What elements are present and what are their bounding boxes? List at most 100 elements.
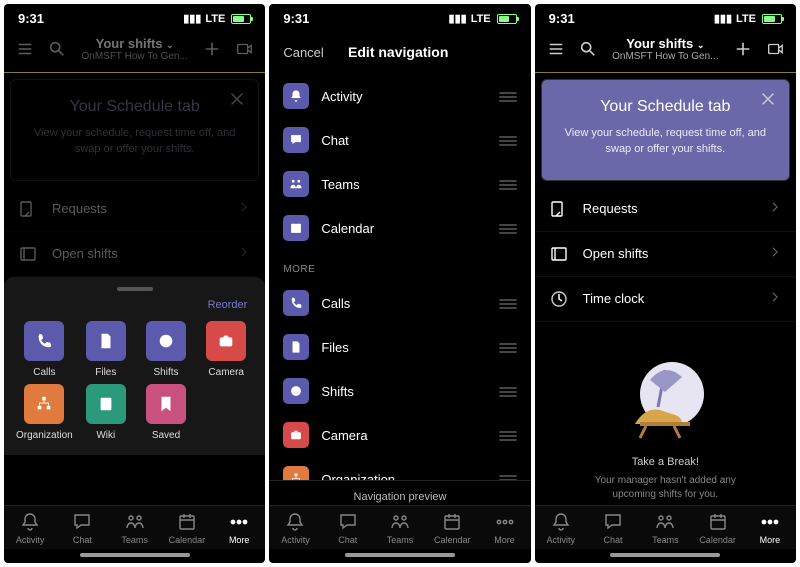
add-icon[interactable] [732,38,754,60]
home-indicator[interactable] [610,553,720,557]
row-label: Time clock [583,291,754,306]
cancel-button[interactable]: Cancel [283,45,323,60]
nav-tab-activity[interactable]: Activity [535,512,587,545]
status-bar: 9:31 ▮▮▮ LTE [269,4,530,30]
more-apps-grid: Calls Files Shifts Camera Organization W… [8,321,261,441]
nav-tab-teams[interactable]: Teams [109,512,161,545]
navigation-preview-label[interactable]: Navigation preview [269,480,530,505]
org-icon [283,466,309,480]
nav-item-teams[interactable]: Teams [269,162,530,206]
drag-handle-icon[interactable] [499,134,517,146]
search-icon[interactable] [577,38,599,60]
shift-row-open shifts[interactable]: Open shifts [4,232,265,277]
nav-tab-calendar[interactable]: Calendar [426,512,478,545]
nav-item-chat[interactable]: Chat [269,118,530,162]
timeclock-icon [549,289,569,309]
nav-tab-teams[interactable]: Teams [374,512,426,545]
header-title-group[interactable]: Your shifts ⌄ OnMSFT How To Gen... [78,36,191,62]
nav-tab-chat[interactable]: Chat [56,512,108,545]
nav-item-label: Chat [321,133,486,148]
openshifts-icon [18,244,38,264]
nav-tab-calendar[interactable]: Calendar [691,512,743,545]
nav-item-organization[interactable]: Organization [269,457,530,480]
shift-row-open shifts[interactable]: Open shifts [535,232,796,277]
more-app-organization[interactable]: Organization [16,384,73,441]
file-icon [283,334,309,360]
drag-handle-icon[interactable] [499,222,517,234]
nav-tab-more[interactable]: More [213,512,265,545]
more-app-camera[interactable]: Camera [199,321,253,378]
teams-icon [283,171,309,197]
shift-row-requests[interactable]: Requests [4,187,265,232]
wiki-icon [86,384,126,424]
nav-tab-calendar[interactable]: Calendar [161,512,213,545]
nav-tab-more[interactable]: More [478,512,530,545]
sheet-grabber[interactable] [117,287,153,291]
meet-now-icon[interactable] [764,38,786,60]
app-label: Organization [16,430,73,441]
nav-tab-chat[interactable]: Chat [587,512,639,545]
status-right: ▮▮▮ LTE [183,12,251,25]
nav-item-label: Camera [321,428,486,443]
add-icon[interactable] [201,38,223,60]
row-label: Requests [583,201,754,216]
meet-now-icon[interactable] [233,38,255,60]
header-subtitle: OnMSFT How To Gen... [609,51,722,62]
edit-nav-content: Activity Chat Teams Calendar MORE Calls … [269,74,530,480]
nav-tab-label: More [494,535,515,545]
nav-tab-label: Chat [338,535,357,545]
schedule-tip-card: Your Schedule tab View your schedule, re… [10,79,259,181]
home-indicator[interactable] [80,553,190,557]
row-label: Open shifts [583,246,754,261]
bookmark-icon [146,384,186,424]
home-indicator[interactable] [345,553,455,557]
drag-handle-icon[interactable] [499,297,517,309]
more-app-files[interactable]: Files [79,321,133,378]
network-label: LTE [205,13,225,25]
more-nav-list: Calls Files Shifts Camera Organization W… [269,281,530,480]
hamburger-icon[interactable] [14,38,36,60]
nav-tab-activity[interactable]: Activity [269,512,321,545]
close-card-icon[interactable] [226,88,248,110]
shift-row-requests[interactable]: Requests [535,187,796,232]
nav-item-activity[interactable]: Activity [269,74,530,118]
more-app-wiki[interactable]: Wiki [79,384,133,441]
status-right: ▮▮▮ LTE [449,12,517,25]
shift-row-time clock[interactable]: Time clock [535,277,796,322]
search-icon[interactable] [46,38,68,60]
nav-item-shifts[interactable]: Shifts [269,369,530,413]
drag-handle-icon[interactable] [499,429,517,441]
drag-handle-icon[interactable] [499,385,517,397]
nav-tab-teams[interactable]: Teams [639,512,691,545]
nav-item-label: Calls [321,296,486,311]
network-label: LTE [471,13,491,25]
nav-tab-more[interactable]: More [744,512,796,545]
edit-nav-title: Edit navigation [348,44,448,60]
drag-handle-icon[interactable] [499,341,517,353]
drag-handle-icon[interactable] [499,178,517,190]
drag-handle-icon[interactable] [499,90,517,102]
nav-tab-activity[interactable]: Activity [4,512,56,545]
header-title-group[interactable]: Your shifts ⌄ OnMSFT How To Gen... [609,36,722,62]
clock-icon [146,321,186,361]
reorder-link[interactable]: Reorder [8,297,261,321]
bottom-nav: Activity Chat Teams Calendar More [269,505,530,549]
drag-handle-icon[interactable] [499,473,517,480]
battery-icon [231,14,251,24]
nav-item-files[interactable]: Files [269,325,530,369]
phone-shifts-empty: 9:31 ▮▮▮ LTE Your shifts ⌄ OnMSFT How To… [535,4,796,563]
more-app-calls[interactable]: Calls [16,321,73,378]
nav-tab-chat[interactable]: Chat [322,512,374,545]
nav-item-label: Files [321,340,486,355]
nav-item-camera[interactable]: Camera [269,413,530,457]
nav-item-calendar[interactable]: Calendar [269,206,530,250]
phone-icon [283,290,309,316]
hamburger-icon[interactable] [545,38,567,60]
more-app-shifts[interactable]: Shifts [139,321,193,378]
card-body: View your schedule, request time off, an… [25,126,244,158]
nav-item-calls[interactable]: Calls [269,281,530,325]
battery-icon [762,14,782,24]
close-card-icon[interactable] [757,88,779,110]
battery-icon [497,14,517,24]
more-app-saved[interactable]: Saved [139,384,193,441]
